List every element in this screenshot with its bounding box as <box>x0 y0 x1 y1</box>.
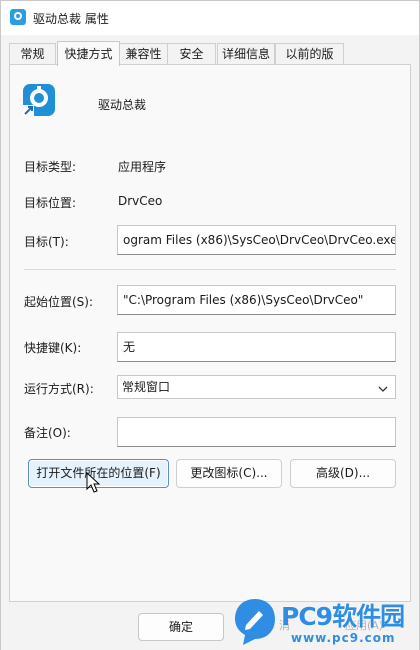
tab-details[interactable]: 详细信息 <box>217 43 275 65</box>
change-icon-button[interactable]: 更改图标(C)... <box>176 459 282 488</box>
tab-security[interactable]: 安全 <box>167 43 216 65</box>
comment-label: 备注(O): <box>24 426 71 440</box>
run-label: 运行方式(R): <box>24 382 94 396</box>
hotkey-label: 快捷键(K): <box>24 341 82 355</box>
start-in-label: 起始位置(S): <box>24 295 94 309</box>
target-type-label: 目标类型: <box>24 160 77 174</box>
window-title: 驱动总裁 属性 <box>33 12 109 26</box>
comment-input[interactable] <box>117 417 396 447</box>
tab-general[interactable]: 常规 <box>9 43 56 65</box>
title-bar: 驱动总裁 属性 <box>1 1 419 35</box>
run-select-value: 常规窗口 <box>122 380 171 394</box>
pc9-logo-icon <box>229 595 281 647</box>
target-type-value: 应用程序 <box>118 160 167 174</box>
run-select[interactable]: 常规窗口 <box>117 375 396 399</box>
shortcut-app-icon <box>22 83 56 117</box>
divider <box>24 269 396 270</box>
target-location-label: 目标位置: <box>24 196 77 210</box>
tab-previous-versions[interactable]: 以前的版本 <box>275 43 344 81</box>
mouse-cursor-icon <box>86 471 101 494</box>
hotkey-input[interactable]: 无 <box>117 332 396 362</box>
app-title-icon <box>10 9 26 25</box>
watermark-title: PC9软件园 <box>281 602 405 631</box>
target-label: 目标(T): <box>24 235 69 249</box>
properties-window: 驱动总裁 属性 常规 快捷方式 兼容性 安全 详细信息 以前的版本 驱动总裁 目… <box>0 0 420 650</box>
tab-shortcut[interactable]: 快捷方式 <box>57 41 120 66</box>
watermark-url: www.pc9.com <box>291 631 396 645</box>
tab-compatibility[interactable]: 兼容性 <box>119 43 168 65</box>
tab-strip: 常规 快捷方式 兼容性 安全 详细信息 以前的版本 <box>1 41 419 81</box>
chevron-down-icon <box>377 380 389 392</box>
target-location-value: DrvCeo <box>118 194 163 208</box>
shortcut-name: 驱动总裁 <box>98 98 147 112</box>
watermark: PC9软件园 www.pc9.com <box>229 595 420 650</box>
target-input[interactable]: ogram Files (x86)\SysCeo\DrvCeo\DrvCeo.e… <box>117 225 396 255</box>
ok-button[interactable]: 确定 <box>138 613 224 641</box>
advanced-button[interactable]: 高级(D)... <box>290 459 396 488</box>
start-in-input[interactable]: "C:\Program Files (x86)\SysCeo\DrvCeo" <box>117 285 396 315</box>
